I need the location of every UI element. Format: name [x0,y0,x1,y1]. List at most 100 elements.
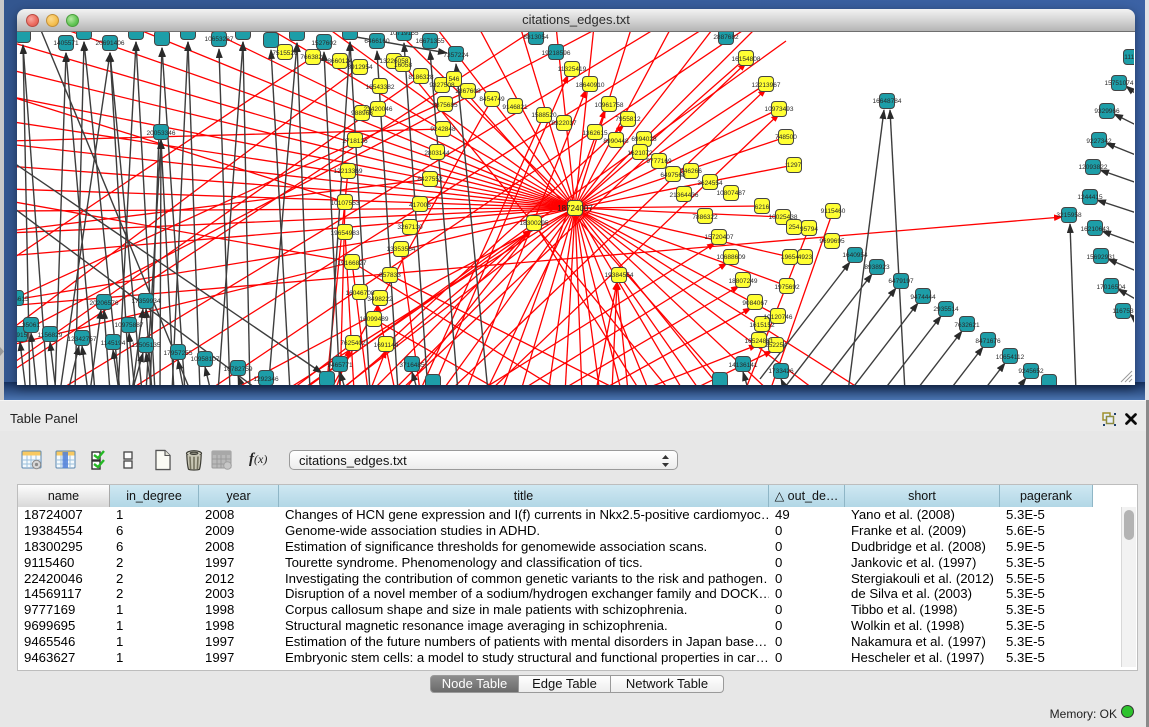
svg-text:8471676: 8471676 [975,338,1001,345]
svg-text:9474444: 9474444 [910,294,936,301]
svg-text:9327508: 9327508 [429,82,455,89]
svg-text:11325419: 11325419 [558,66,587,73]
svg-text:16058: 16058 [394,62,412,69]
svg-text:17016504: 17016504 [1097,284,1126,291]
svg-text:1588520: 1588520 [531,112,557,119]
svg-text:9777169: 9777169 [646,158,672,165]
svg-text:3875685: 3875685 [432,102,458,109]
svg-text:18300295: 18300295 [520,220,549,227]
svg-text:10807487: 10807487 [717,190,746,197]
svg-text:21364436: 21364436 [670,192,699,199]
svg-text:1297: 1297 [787,162,802,169]
svg-text:19218596: 19218596 [542,50,571,57]
svg-text:10688609: 10688609 [717,254,746,261]
svg-text:9699695: 9699695 [819,238,845,245]
svg-text:6994028: 6994028 [631,136,657,143]
svg-text:17957255: 17957255 [164,350,193,357]
svg-text:9115460: 9115460 [821,208,846,215]
svg-text:2718126: 2718126 [342,138,368,145]
svg-text:254: 254 [789,224,800,231]
svg-text:10025438: 10025438 [769,214,798,221]
svg-text:7632621: 7632621 [954,322,980,329]
svg-text:10653287: 10653287 [205,36,234,43]
svg-text:3624554: 3624554 [697,180,723,187]
svg-text:16782759: 16782759 [224,366,253,373]
svg-text:19654983: 19654983 [331,230,360,237]
svg-text:16210643: 16210643 [1081,226,1110,233]
svg-text:16543382: 16543382 [366,84,395,91]
svg-text:8990448: 8990448 [603,138,629,145]
svg-text:10975887: 10975887 [115,322,144,329]
svg-text:12213369: 12213369 [334,168,363,175]
svg-text:9465771: 9465771 [327,362,353,369]
svg-text:20053346: 20053346 [147,130,176,137]
svg-text:1640954: 1640954 [842,252,868,259]
svg-text:17359934: 17359934 [132,298,161,305]
svg-text:10654112: 10654112 [996,354,1025,361]
svg-text:116753: 116753 [1112,308,1134,315]
svg-text:8322037: 8322037 [551,120,577,127]
svg-text:7663822: 7663822 [300,54,326,61]
svg-text:1244415: 1244415 [1077,194,1103,201]
svg-text:9227342: 9227342 [1086,138,1112,145]
svg-text:4923: 4923 [798,254,813,261]
svg-text:1292346: 1292346 [253,376,279,383]
svg-text:1117: 1117 [1124,54,1135,61]
svg-text:988968: 988968 [351,110,373,117]
svg-text:6466160: 6466160 [364,38,390,45]
svg-text:1691144: 1691144 [374,342,399,349]
svg-text:9242848: 9242848 [430,126,456,133]
svg-text:18640910: 18640910 [576,82,605,89]
svg-text:12505135: 12505135 [132,342,161,349]
svg-text:9146821: 9146821 [502,104,528,111]
svg-text:13353564: 13353564 [387,246,416,253]
svg-text:18724007: 18724007 [557,204,593,213]
svg-text:6479197: 6479197 [888,278,914,285]
svg-text:1975692: 1975692 [774,284,800,291]
svg-text:3716485: 3716485 [399,362,425,369]
svg-text:7515526: 7515526 [272,50,298,57]
svg-text:6216: 6216 [755,204,770,211]
svg-text:746266: 746266 [680,168,702,175]
svg-text:3498222: 3498222 [367,296,393,303]
svg-text:14136141: 14136141 [729,362,758,369]
svg-text:748500: 748500 [775,134,797,141]
svg-text:9329966: 9329966 [1094,108,1120,115]
svg-text:857833: 857833 [379,272,401,279]
svg-text:417006: 417006 [409,202,431,209]
svg-text:1733426: 1733426 [768,368,794,375]
svg-text:8186328: 8186328 [408,74,434,81]
svg-text:10719155: 10719155 [390,32,419,37]
svg-text:8427552: 8427552 [417,176,443,183]
svg-text:7625402: 7625402 [340,340,366,347]
svg-text:10120746: 10120746 [764,314,793,321]
svg-text:15720407: 15720407 [705,234,734,241]
svg-text:16099489: 16099489 [360,316,389,323]
svg-text:12342757: 12342757 [68,336,97,343]
svg-text:8813054: 8813054 [523,34,549,41]
svg-text:8454749: 8454749 [479,96,505,103]
svg-text:12213967: 12213967 [752,82,781,89]
svg-text:18807249: 18807249 [729,278,758,285]
svg-text:2626615: 2626615 [17,296,29,303]
svg-text:252254: 252254 [765,342,787,349]
svg-text:1527602: 1527602 [311,40,337,47]
svg-text:1145194: 1145194 [101,340,126,347]
svg-text:8912954: 8912954 [347,64,373,71]
svg-text:19384554: 19384554 [605,272,634,279]
svg-text:10107553: 10107553 [331,200,360,207]
svg-text:2803144: 2803144 [424,150,450,157]
svg-text:9245652: 9245652 [1018,368,1044,375]
svg-text:19166827: 19166827 [338,260,367,267]
svg-text:1405571: 1405571 [53,40,79,47]
svg-text:3267130: 3267130 [397,224,423,231]
svg-text:1362615: 1362615 [582,130,608,137]
svg-text:546: 546 [449,76,460,83]
svg-text:2867608: 2867608 [455,88,481,95]
svg-text:15751074: 15751074 [1105,80,1134,87]
svg-text:2887682: 2887682 [713,34,739,41]
svg-text:8938923: 8938923 [864,264,890,271]
svg-text:35061: 35061 [22,322,40,329]
svg-text:7357224: 7357224 [443,52,469,59]
svg-text:3215958: 3215958 [1056,212,1082,219]
